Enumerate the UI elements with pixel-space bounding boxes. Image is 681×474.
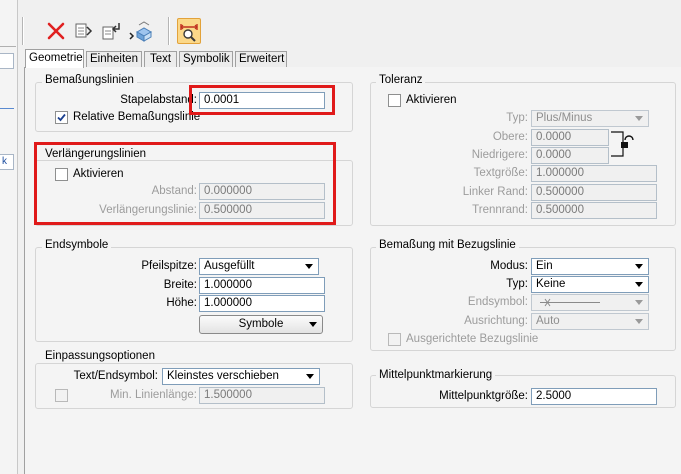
relative-bemassungslinie-label: Relative Bemaßungslinie [73, 111, 201, 123]
pfeilspitze-select[interactable]: Ausgefüllt [199, 258, 319, 275]
chevron-down-icon [635, 282, 643, 287]
hoehe-input[interactable]: 1.000000 [199, 295, 325, 312]
stapelabstand-label: Stapelabstand: [120, 94, 197, 106]
ausrichtung-select[interactable]: Auto [531, 313, 649, 330]
left-strip-separator [0, 46, 16, 48]
ausgerichtete-bezugslinie-label: Ausgerichtete Bezugslinie [406, 333, 539, 345]
chevron-down-icon [635, 319, 643, 324]
obere-label: Obere: [492, 131, 528, 143]
copy-settings-icon[interactable] [72, 18, 96, 44]
group-title: Einpassungsoptionen [42, 350, 158, 362]
left-strip-item[interactable]: k [0, 154, 14, 170]
toleranz-typ-select[interactable]: Plus/Minus [531, 110, 649, 127]
delete-icon[interactable] [44, 18, 68, 44]
tab-label: Symbolik [183, 53, 230, 65]
group-title: Bemaßungslinien [42, 74, 137, 86]
chevron-down-icon [635, 264, 643, 269]
obere-input[interactable]: 0.0000 [531, 129, 609, 146]
ausrichtung-label: Ausrichtung: [464, 315, 528, 327]
toleranz-aktivieren-label: Aktivieren [406, 94, 457, 106]
left-strip-top-box[interactable] [0, 53, 14, 69]
symbole-button[interactable]: Symbole [199, 315, 323, 334]
symbole-button-label: Symbole [238, 318, 284, 330]
chevron-down-icon [635, 116, 643, 121]
breite-input[interactable]: 1.000000 [199, 277, 325, 294]
tab-label: Geometrie [29, 52, 83, 64]
modus-select[interactable]: Ein [531, 258, 649, 275]
hoehe-label: Höhe: [166, 297, 197, 309]
highlight-frame-verlaengerungslinien [34, 142, 336, 225]
text-endsymbol-value: Kleinstes verschieben [167, 370, 279, 382]
tab-text[interactable]: Text [144, 51, 177, 68]
toolbar [22, 14, 681, 50]
linker-rand-label: Linker Rand: [462, 186, 528, 198]
toleranz-typ-value: Plus/Minus [536, 112, 593, 124]
highlight-frame-stapelabstand [189, 85, 335, 115]
min-linienlaenge-label: Min. Linienlänge: [110, 389, 197, 401]
endsymbol-select[interactable] [531, 294, 649, 311]
textgroesse-input[interactable]: 1.000000 [531, 165, 657, 182]
relative-bemassungslinie-checkbox[interactable] [55, 111, 68, 124]
dimension-measure-icon[interactable] [177, 18, 201, 44]
stack-settings-icon[interactable] [128, 18, 153, 44]
lock-link-icon[interactable] [611, 129, 639, 165]
pfeilspitze-value: Ausgefüllt [204, 260, 255, 272]
chevron-down-icon [305, 264, 313, 269]
chevron-down-icon [635, 300, 643, 305]
group-title: Endsymbole [42, 239, 112, 251]
modus-value: Ein [536, 260, 553, 272]
min-linienlaenge-checkbox[interactable] [55, 389, 68, 402]
ausrichtung-value: Auto [536, 315, 560, 327]
tab-erweitert[interactable]: Erweitert [235, 51, 287, 68]
tab-label: Text [149, 53, 172, 65]
niedrigere-input[interactable]: 0.0000 [531, 147, 609, 164]
trennrand-input[interactable]: 0.500000 [531, 202, 657, 219]
toleranz-aktivieren-checkbox[interactable] [388, 94, 401, 107]
breite-label: Breite: [163, 279, 197, 291]
bezug-typ-value: Keine [536, 278, 566, 290]
tab-label: Erweitert [239, 53, 285, 65]
pfeilspitze-label: Pfeilspitze: [141, 260, 197, 272]
mittelpunktgroesse-label: Mittelpunktgröße: [439, 390, 528, 402]
toolbar-separator [168, 17, 170, 45]
endsymbol-label: Endsymbol: [467, 296, 528, 308]
tab-geometrie[interactable]: Geometrie [25, 49, 84, 68]
paste-settings-icon[interactable] [100, 18, 124, 44]
left-strip-marker [0, 108, 14, 109]
toleranz-typ-label: Typ: [506, 112, 528, 124]
trennrand-label: Trennrand: [472, 204, 528, 216]
mittelpunktgroesse-input[interactable]: 2.5000 [531, 388, 657, 405]
chevron-down-icon [306, 374, 314, 379]
ausgerichtete-bezugslinie-checkbox[interactable] [388, 333, 401, 346]
group-title: Bemaßung mit Bezugslinie [376, 239, 519, 251]
text-endsymbol-label: Text/Endsymbol: [73, 370, 158, 382]
min-linienlaenge-input[interactable]: 1.500000 [199, 387, 325, 404]
tab-symbolik[interactable]: Symbolik [179, 51, 233, 68]
group-title: Toleranz [376, 74, 426, 86]
text-endsymbol-select[interactable]: Kleinstes verschieben [162, 368, 320, 385]
tab-einheiten[interactable]: Einheiten [86, 51, 142, 68]
linker-rand-input[interactable]: 0.500000 [531, 184, 657, 201]
tab-label: Einheiten [90, 53, 138, 65]
group-title: Mittelpunktmarkierung [376, 369, 496, 381]
niedrigere-label: Niedrigere: [471, 149, 528, 161]
chevron-down-icon [309, 322, 317, 327]
toolbar-separator [22, 17, 24, 45]
modus-label: Modus: [490, 260, 528, 272]
bezug-typ-label: Typ: [506, 278, 528, 290]
textgroesse-label: Textgröße: [473, 167, 528, 179]
left-strip [0, 0, 18, 474]
terminator-line-icon [540, 298, 600, 307]
bezug-typ-select[interactable]: Keine [531, 276, 649, 293]
